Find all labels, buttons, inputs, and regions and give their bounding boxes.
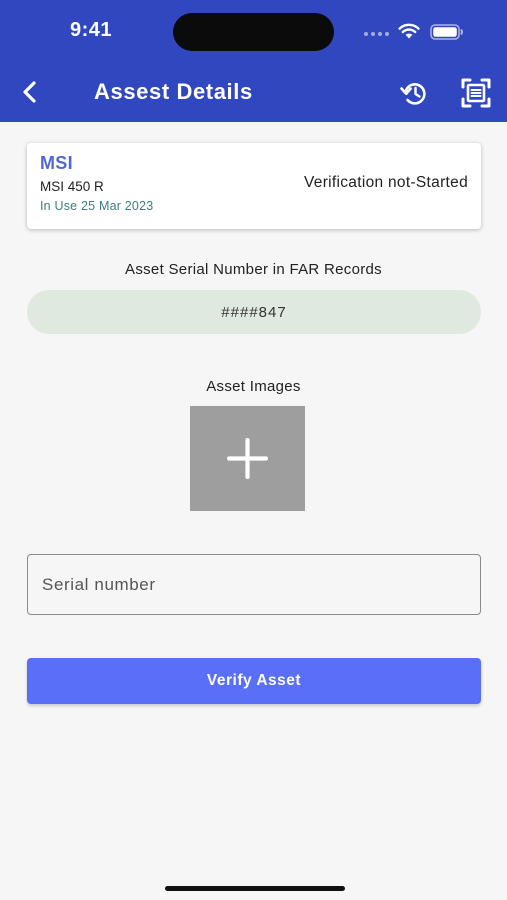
verification-status: Verification not-Started (303, 174, 468, 191)
history-icon[interactable] (398, 78, 430, 108)
plus-icon (227, 438, 268, 479)
add-image-button[interactable] (190, 406, 305, 511)
scan-icon[interactable] (460, 77, 492, 109)
serial-number-input[interactable] (27, 554, 481, 615)
status-time: 9:41 (70, 19, 113, 41)
asset-model: MSI 450 R (40, 179, 104, 194)
signal-icon (364, 32, 389, 36)
asset-brand: MSI (40, 153, 73, 173)
asset-images-label: Asset Images (206, 378, 301, 395)
far-serial-value: ####847 (27, 290, 481, 334)
verify-asset-button[interactable]: Verify Asset (27, 658, 481, 704)
far-serial-text: ####847 (221, 303, 287, 321)
asset-summary-card: MSI MSI 450 R In Use 25 Mar 2023 Verific… (27, 143, 481, 229)
dynamic-island (173, 13, 334, 51)
wifi-icon (398, 23, 420, 39)
app-header: 9:41 Assest Details (0, 0, 507, 122)
battery-icon (430, 24, 463, 40)
page-title: Assest Details (94, 79, 253, 104)
asset-usage-date: In Use 25 Mar 2023 (40, 199, 154, 213)
home-indicator (165, 886, 345, 891)
back-icon[interactable] (16, 78, 44, 106)
far-serial-label: Asset Serial Number in FAR Records (125, 261, 382, 278)
